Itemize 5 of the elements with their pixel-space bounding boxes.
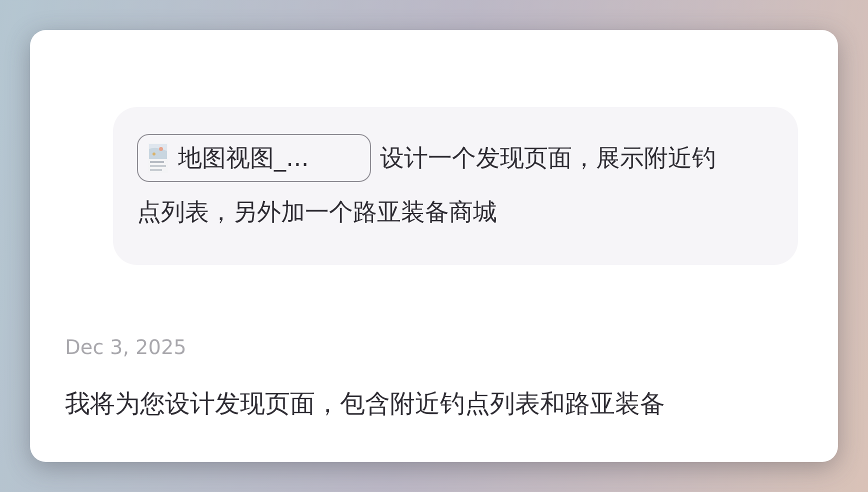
reply-text: 我将为您设计发现页面，包含附近钓点列表和路亚装备 [65, 388, 666, 420]
message-text: 点列表，另外加一个路亚装备商城 [137, 197, 497, 228]
message-date: Dec 3, 2025 [65, 335, 188, 359]
attachment-chip[interactable]: 地图视图_... [137, 134, 371, 182]
message-text: 设计一个发现页面，展示附近钓 [380, 143, 716, 174]
